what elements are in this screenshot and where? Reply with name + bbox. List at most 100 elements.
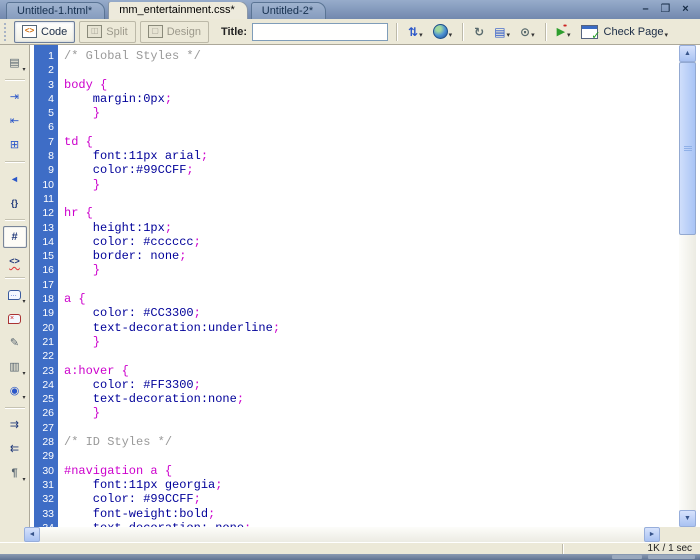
apply-comment-icon: … [8,290,21,300]
line-number: 13 [34,221,58,235]
split-view-button[interactable]: ◫Split [79,21,135,43]
code-line: margin:0px; [64,92,679,106]
vertical-scroll-thumb[interactable] [679,62,696,235]
code-line: height:1px; [64,221,679,235]
code-line: } [64,335,679,349]
apply-comment-button[interactable]: …▾ [3,284,27,306]
indent-code-button[interactable]: ⇉ [3,414,27,436]
line-number: 30 [34,464,58,478]
coding-toolbar-separator [5,79,25,81]
title-input[interactable] [252,23,388,41]
line-number: 1 [34,49,58,63]
globe-icon [433,24,448,39]
outdent-code-button[interactable]: ⇇ [3,438,27,460]
highlight-invalid-code-button[interactable]: <> [3,250,27,272]
design-view-button[interactable]: ▢Design [140,21,209,43]
line-numbers-button[interactable]: # [3,226,27,248]
balance-braces-button[interactable]: {} [3,192,27,214]
line-number: 31 [34,478,58,492]
expand-all-button[interactable]: ⊞ [3,134,27,156]
indent-code-icon: ⇉ [10,419,19,431]
dropdown-caret-icon: ▾ [531,31,535,42]
collapse-selection-button[interactable]: ⇤ [3,110,27,132]
coding-toolbar-separator [5,277,25,279]
document-size-download-time: 1K / 1 sec [648,543,692,554]
scroll-right-icon[interactable]: ► [644,527,660,542]
coding-toolbar-separator [5,161,25,163]
code-line: border: none; [64,249,679,263]
preview-in-browser-button[interactable]: ▾ [429,21,457,43]
scroll-left-icon[interactable]: ◄ [24,527,40,542]
scrollbar-corner [660,527,700,542]
code-line: color: #CC3300; [64,306,679,320]
toolbar-separator [396,23,398,41]
remove-comment-button[interactable]: × [3,308,27,330]
line-number: 20 [34,321,58,335]
scroll-up-icon[interactable]: ▲ [679,45,696,62]
code-view[interactable]: 1234567891011121314151617181920212223242… [30,45,679,527]
code-line: } [64,106,679,120]
document-tab-2[interactable]: mm_entertainment.css* [108,2,248,19]
open-documents-button[interactable]: ▤▾ [3,52,27,74]
code-line: color:#99CCFF; [64,163,679,177]
code-view-button[interactable]: <>Code [14,21,75,43]
horizontal-scrollbar[interactable]: ◄ ► [24,527,660,542]
validate-markup-button[interactable]: ▶••▾ [553,21,575,43]
outdent-code-icon: ⇇ [10,443,19,455]
format-source-code-button[interactable]: ¶▾ [3,462,27,484]
line-number: 17 [34,278,58,292]
document-toolbar: <>Code◫Split▢Design Title: ⇅▾▾↻▤▾⊙▾▶••▾✓… [0,19,700,45]
wrap-tag-button[interactable]: ✎ [3,332,27,354]
collapse-full-tag-button[interactable]: ⇥ [3,86,27,108]
code-line [64,349,679,363]
line-number: 22 [34,349,58,363]
select-parent-tag-icon: ◄ [10,173,19,185]
highlight-invalid-code-icon: <> [9,255,20,267]
refresh-button[interactable]: ↻ [470,21,488,43]
minimize-window-icon[interactable]: – [639,3,652,15]
document-tab-1[interactable]: Untitled-1.html* [6,2,105,19]
refresh-icon: ↻ [474,25,484,39]
code-line [64,449,679,463]
code-text[interactable]: /* Global Styles */ body { margin:0px; }… [58,45,679,527]
file-management-icon: ⇅ [408,25,418,39]
document-tab-3[interactable]: Untitled-2* [251,2,326,19]
line-number: 8 [34,149,58,163]
file-management-button[interactable]: ⇅▾ [404,21,427,43]
code-line: td { [64,135,679,149]
line-number: 21 [34,335,58,349]
move-or-convert-css-button[interactable]: ◉▾ [3,380,27,402]
line-number: 12 [34,206,58,220]
split-view-label: Split [106,26,127,38]
select-parent-tag-button[interactable]: ◄ [3,168,27,190]
vertical-scrollbar[interactable]: ▲ ▼ [679,45,696,527]
line-number: 24 [34,378,58,392]
toolbar-separator [462,23,464,41]
scroll-down-icon[interactable]: ▼ [679,510,696,527]
restore-window-icon[interactable]: ❐ [659,3,672,15]
line-number: 26 [34,406,58,420]
line-number: 11 [34,192,58,206]
code-line: text-decoration:underline; [64,321,679,335]
close-window-icon[interactable]: × [679,3,692,15]
dreamweaver-window: Untitled-1.html*mm_entertainment.css*Unt… [0,0,700,560]
check-page-button[interactable]: ✓Check Page▾ [577,21,672,43]
title-label: Title: [221,26,247,38]
code-line [64,120,679,134]
toolbar-gripper[interactable] [4,23,9,41]
recent-snippets-button[interactable]: ▥▾ [3,356,27,378]
code-view-icon: <> [22,25,37,38]
code-line: color: #FF3300; [64,378,679,392]
code-line: color: #cccccc; [64,235,679,249]
open-documents-icon: ▤ [9,57,19,69]
code-line: body { [64,78,679,92]
line-number: 25 [34,392,58,406]
validate-dots-icon: •• [563,23,566,30]
coding-toolbar-separator [5,407,25,409]
recent-snippets-icon: ▥ [9,361,19,373]
collapse-selection-icon: ⇤ [10,115,19,127]
code-line [64,278,679,292]
view-options-button[interactable]: ▤▾ [490,21,514,43]
status-bar: 1K / 1 sec [0,542,700,554]
visual-aids-button[interactable]: ⊙▾ [516,21,539,43]
